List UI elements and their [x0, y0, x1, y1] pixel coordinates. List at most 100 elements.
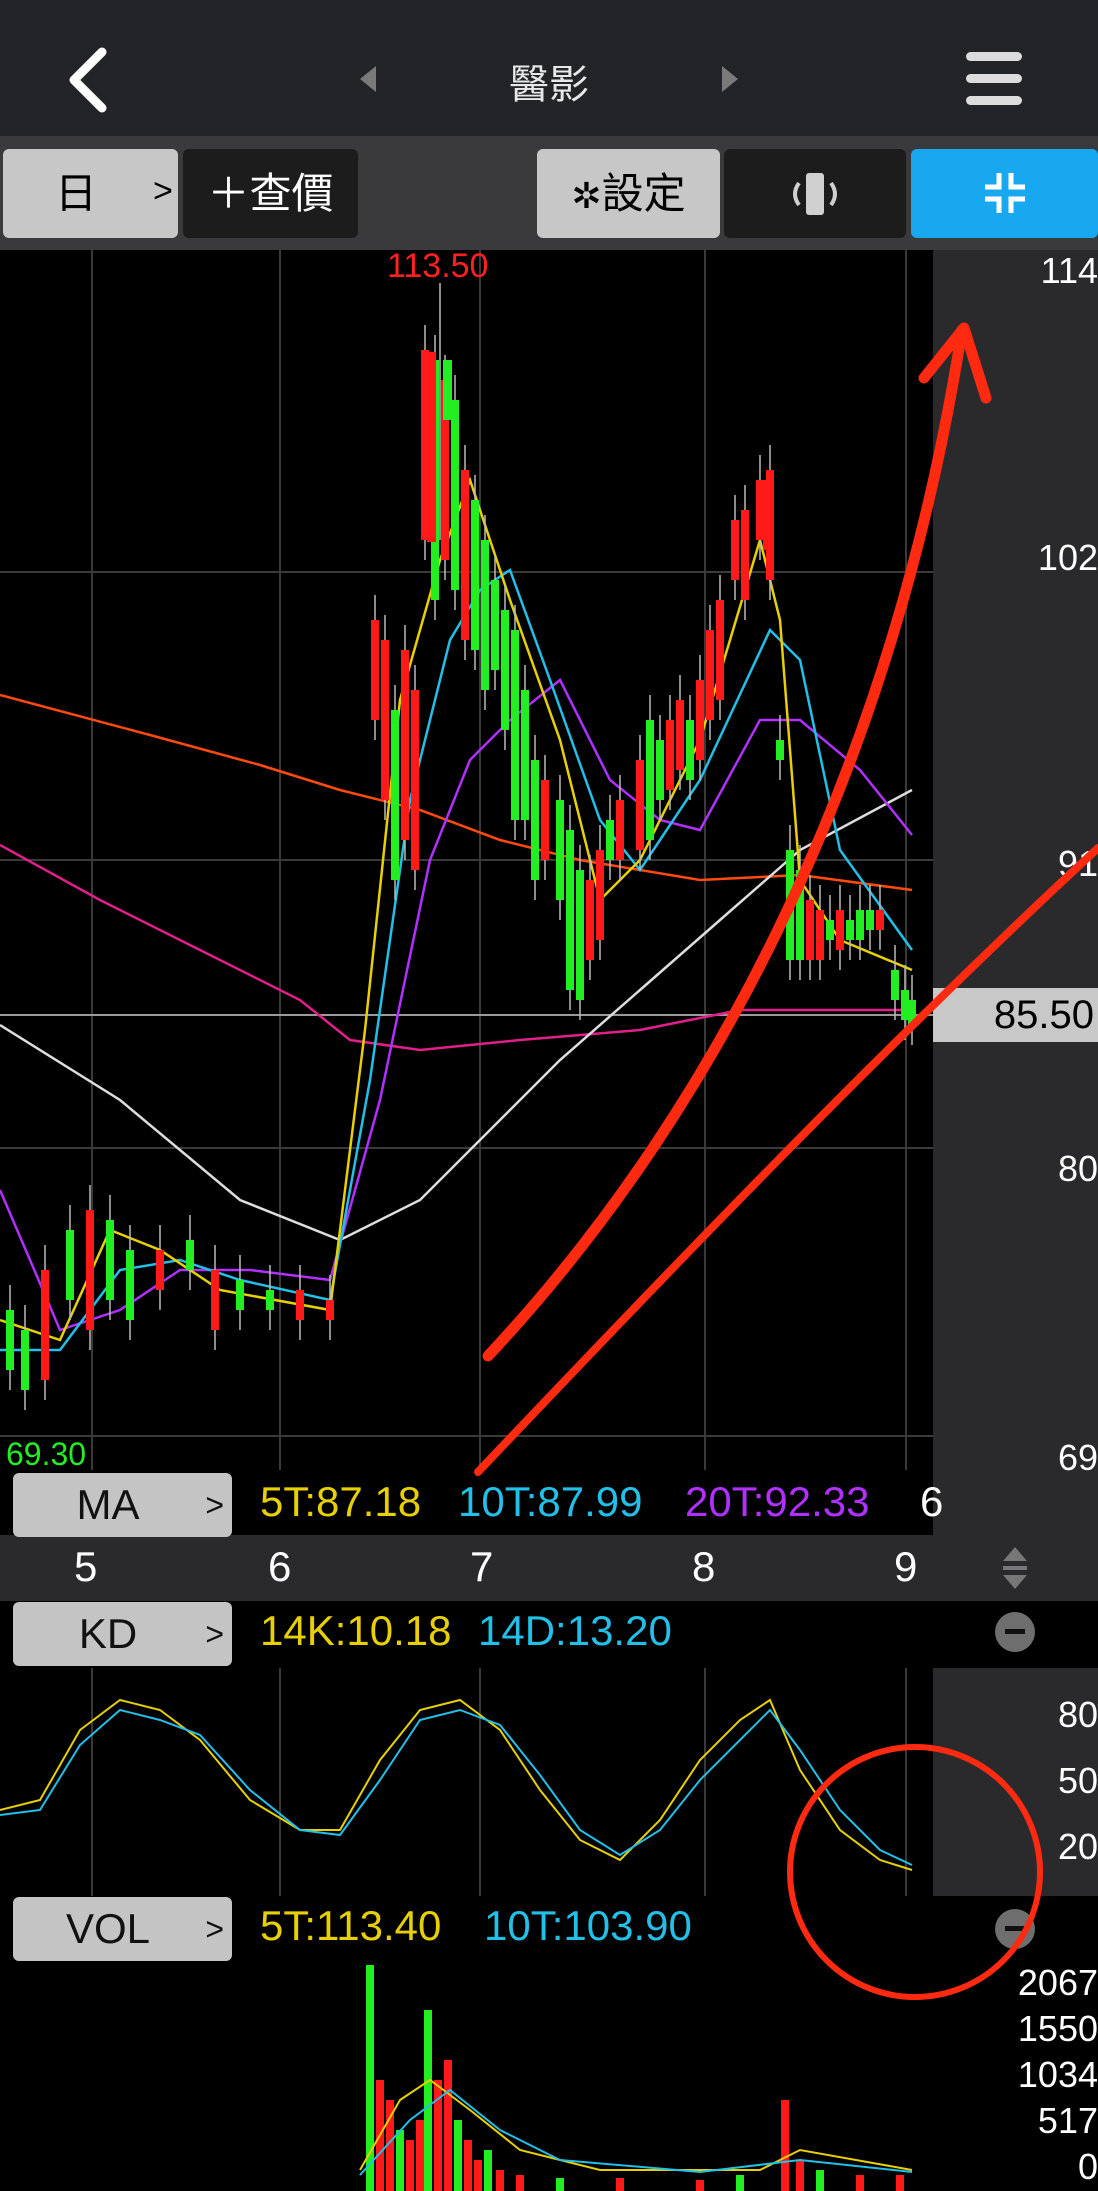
x-axis-bar — [0, 1535, 1098, 1601]
ma-more-value: 6 — [920, 1478, 944, 1525]
candle-body — [763, 480, 772, 550]
volume-bar — [696, 2180, 704, 2191]
candle-body — [236, 1280, 244, 1310]
candle-body — [716, 600, 724, 700]
candle-body — [491, 580, 499, 670]
volume-bar — [896, 2175, 904, 2191]
candle-body — [566, 830, 574, 990]
volume-bar — [464, 2140, 472, 2191]
kd-d-line — [0, 1708, 913, 1866]
candle-body — [451, 400, 459, 590]
kd-chart[interactable] — [0, 1668, 933, 1896]
candle-body — [908, 1000, 916, 1025]
candle-body — [381, 640, 389, 800]
candle-body — [826, 920, 834, 940]
candle-body — [296, 1290, 304, 1320]
candle-body — [646, 720, 654, 840]
x-axis-label: 5 — [74, 1543, 98, 1590]
price-axis-panel — [933, 250, 1098, 1535]
candle-body — [686, 720, 694, 780]
candle-body — [6, 1310, 14, 1370]
rotate-screen-button[interactable] — [724, 149, 906, 238]
settings-button[interactable]: ✲設定 — [537, 149, 720, 238]
candle-body — [796, 870, 804, 960]
candle-body — [706, 630, 714, 720]
price-axis-label: 80 — [1057, 1148, 1098, 1189]
kd-indicator-button[interactable]: KD > — [13, 1602, 232, 1666]
chevron-right-icon: > — [153, 172, 173, 210]
volume-bar — [496, 2170, 504, 2191]
candle-body — [427, 352, 436, 542]
period-selector-button[interactable]: 日 > — [3, 149, 178, 238]
ma10-value: 10T:87.99 — [458, 1478, 643, 1525]
volume-bar — [516, 2175, 524, 2191]
candle-body — [471, 500, 479, 650]
candle-body — [756, 480, 764, 540]
volume-bar — [444, 2060, 452, 2191]
candle-body — [866, 910, 874, 930]
candle-body — [541, 780, 549, 860]
volume-bar — [396, 2130, 404, 2191]
candle-body — [106, 1220, 114, 1300]
remove-vol-icon[interactable] — [995, 1909, 1035, 1949]
chevron-right-icon: > — [205, 1911, 224, 1947]
candle-body — [856, 910, 864, 940]
ma10-line — [0, 568, 914, 1352]
candle-body — [186, 1240, 194, 1270]
candle-body — [521, 690, 529, 820]
vol-axis-label: 517 — [1037, 2100, 1098, 2141]
candle-body — [731, 520, 739, 580]
candle-body — [156, 1250, 164, 1290]
candle-body — [806, 900, 814, 960]
resize-handle-icon[interactable] — [1000, 1545, 1030, 1591]
volume-bar — [856, 2175, 864, 2191]
candle-body — [776, 740, 784, 760]
candle-body — [606, 820, 614, 860]
candle-body — [846, 920, 854, 940]
volume-chart[interactable] — [0, 1962, 933, 2191]
chevron-right-icon: > — [205, 1487, 224, 1523]
candle-body — [576, 870, 584, 1000]
quote-button[interactable]: ＋查價 — [183, 149, 358, 238]
vol-ma10-value: 10T:103.90 — [484, 1902, 692, 1949]
candle-body — [696, 680, 704, 760]
candle-body — [901, 990, 909, 1020]
kd-axis-label: 80 — [1057, 1694, 1098, 1735]
collapse-arrows-icon — [984, 173, 1025, 213]
fullscreen-button[interactable] — [911, 149, 1098, 238]
ma-indicator-button[interactable]: MA > — [13, 1473, 232, 1537]
menu-icon[interactable] — [966, 52, 1022, 106]
volume-bar — [424, 2010, 432, 2191]
kd-axis-label: 50 — [1057, 1760, 1098, 1801]
vol-indicator-button[interactable]: VOL > — [13, 1897, 232, 1961]
candle-body — [636, 760, 644, 850]
candle-body — [126, 1250, 134, 1320]
low-price-label: 69.30 — [6, 1436, 87, 1472]
ma20-value: 20T:92.33 — [685, 1478, 870, 1525]
vol-indicator-label: VOL — [65, 1905, 151, 1952]
current-price-tag: 85.50 — [933, 988, 1098, 1042]
volume-bar — [416, 2120, 424, 2191]
candle-body — [326, 1300, 334, 1320]
candle-body — [741, 510, 749, 600]
x-axis-label: 8 — [692, 1543, 716, 1590]
volume-bar — [616, 2178, 624, 2191]
candle-body — [501, 610, 509, 730]
high-price-label: 113.50 — [387, 247, 489, 285]
volume-bar — [816, 2170, 824, 2191]
kd-k-value: 14K:10.18 — [260, 1607, 452, 1654]
candlestick-chart[interactable] — [0, 250, 933, 1535]
ma5-value: 5T:87.18 — [260, 1478, 422, 1525]
volume-bar — [484, 2150, 492, 2191]
remove-kd-icon[interactable] — [995, 1612, 1035, 1652]
volume-bar — [781, 2100, 789, 2191]
kd-k-line — [0, 1698, 913, 1871]
next-stock-icon[interactable] — [722, 66, 738, 92]
period-label: 日 — [55, 170, 98, 217]
candle-body — [876, 910, 884, 930]
rotate-icon — [793, 173, 837, 215]
candle-body — [586, 880, 594, 960]
price-axis-label: 69 — [1057, 1437, 1098, 1478]
page-title: 醫影 — [509, 63, 589, 107]
kd-axis-label: 20 — [1057, 1826, 1098, 1867]
